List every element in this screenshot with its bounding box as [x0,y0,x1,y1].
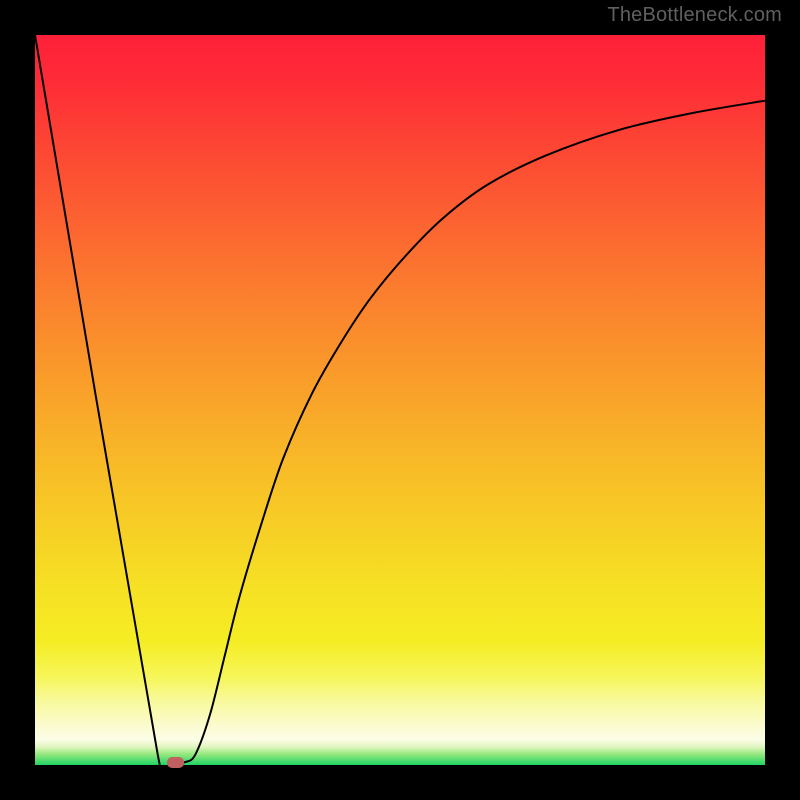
chart-svg [35,35,765,765]
background-gradient [35,35,765,765]
optimal-point-marker [167,757,184,768]
chart-frame: TheBottleneck.com [0,0,800,800]
watermark-text: TheBottleneck.com [607,4,782,27]
plot-area [35,35,765,765]
